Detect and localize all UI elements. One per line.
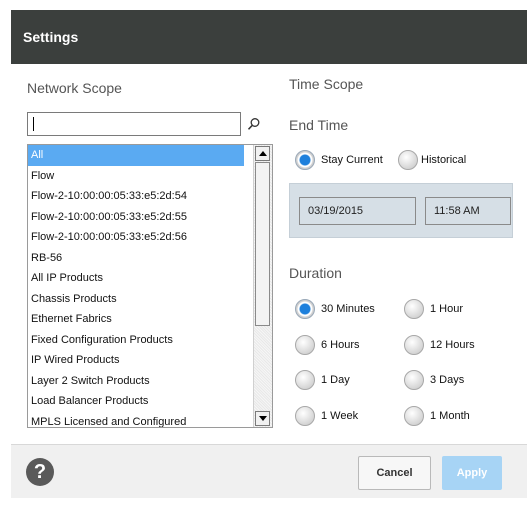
radio-indicator (404, 370, 424, 390)
radio-label: Historical (421, 154, 467, 166)
radio-stay-current[interactable]: Stay Current (295, 150, 383, 170)
radio-6-hours[interactable]: 6 Hours (295, 335, 360, 355)
help-icon[interactable]: ? (26, 458, 54, 486)
list-scrollbar[interactable] (253, 145, 272, 427)
radio-1-month[interactable]: 1 Month (404, 406, 470, 426)
end-time-label: End Time (289, 117, 349, 133)
list-item[interactable]: Flow-2-10:00:00:05:33:e5:2d:56 (28, 227, 244, 248)
dialog-titlebar: Settings (11, 10, 527, 64)
end-time-fields: 03/19/2015 11:58 AM (289, 183, 513, 238)
arrow-up-icon (259, 151, 267, 156)
radio-label: 1 Day (321, 374, 350, 386)
radio-indicator (295, 335, 315, 355)
time-scope-label: Time Scope (289, 76, 364, 92)
radio-label: 3 Days (430, 374, 465, 386)
radio-label: 1 Hour (430, 303, 464, 315)
scroll-down-button[interactable] (255, 411, 270, 426)
list-item[interactable]: Layer 2 Switch Products (28, 371, 244, 392)
list-item[interactable]: Flow-2-10:00:00:05:33:e5:2d:55 (28, 207, 244, 228)
radio-indicator (404, 335, 424, 355)
radio-label: Stay Current (321, 154, 383, 166)
radio-label: 1 Week (321, 410, 359, 422)
scroll-up-button[interactable] (255, 146, 270, 161)
radio-label: 1 Month (430, 410, 470, 422)
list-item[interactable]: All IP Products (28, 268, 244, 289)
date-field[interactable]: 03/19/2015 (299, 197, 416, 225)
list-item[interactable]: RB-56 (28, 248, 244, 269)
radio-3-days[interactable]: 3 Days (404, 370, 464, 390)
list-item[interactable]: Chassis Products (28, 289, 244, 310)
dialog-title: Settings (23, 29, 79, 45)
radio-historical[interactable]: Historical (398, 150, 466, 170)
text-caret (33, 117, 34, 131)
dialog-footer: ? Cancel Apply (11, 444, 527, 498)
radio-30-minutes[interactable]: 30 Minutes (295, 299, 375, 319)
duration-label: Duration (289, 265, 342, 281)
radio-indicator (295, 299, 315, 319)
list-item[interactable]: Flow-2-10:00:00:05:33:e5:2d:54 (28, 186, 244, 207)
radio-1-hour[interactable]: 1 Hour (404, 299, 463, 319)
scroll-thumb[interactable] (255, 162, 270, 326)
radio-label: 6 Hours (321, 339, 360, 351)
list-item[interactable]: MPLS Licensed and Configured (28, 412, 244, 428)
network-search-input[interactable] (27, 112, 241, 136)
network-scope-list[interactable]: All Flow Flow-2-10:00:00:05:33:e5:2d:54 … (27, 144, 273, 428)
network-scope-label: Network Scope (27, 80, 122, 96)
cancel-button[interactable]: Cancel (358, 456, 431, 490)
radio-12-hours[interactable]: 12 Hours (404, 335, 475, 355)
radio-1-day[interactable]: 1 Day (295, 370, 350, 390)
radio-1-week[interactable]: 1 Week (295, 406, 358, 426)
search-icon[interactable] (247, 117, 261, 131)
radio-indicator (295, 370, 315, 390)
list-item[interactable]: Load Balancer Products (28, 391, 244, 412)
radio-indicator (404, 406, 424, 426)
list-item[interactable]: IP Wired Products (28, 350, 244, 371)
list-item[interactable]: Ethernet Fabrics (28, 309, 244, 330)
list-item[interactable]: All (28, 145, 244, 166)
radio-label: 12 Hours (430, 339, 475, 351)
radio-label: 30 Minutes (321, 303, 375, 315)
arrow-down-icon (259, 416, 267, 421)
radio-indicator (295, 150, 315, 170)
apply-button[interactable]: Apply (442, 456, 502, 490)
time-field[interactable]: 11:58 AM (425, 197, 511, 225)
list-item[interactable]: Fixed Configuration Products (28, 330, 244, 351)
list-item[interactable]: Flow (28, 166, 244, 187)
radio-indicator (404, 299, 424, 319)
radio-indicator (295, 406, 315, 426)
radio-indicator (398, 150, 418, 170)
